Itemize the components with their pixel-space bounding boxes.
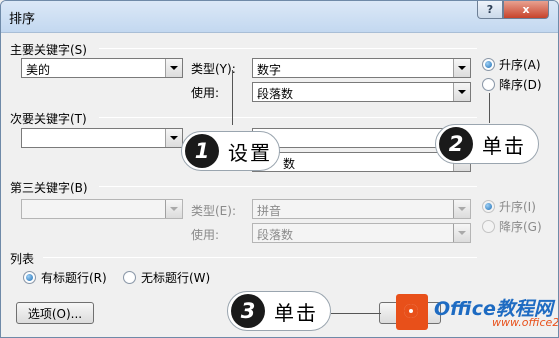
no-header-row-radio[interactable] — [123, 271, 136, 284]
tertiary-key-select[interactable] — [21, 199, 183, 219]
secondary-key-select[interactable] — [21, 128, 183, 148]
primary-use-value: 段落数 — [257, 87, 294, 101]
secondary-use-value: 数 — [283, 157, 296, 171]
tertiary-descending-radio[interactable] — [482, 220, 495, 233]
primary-use-label: 使用: — [191, 86, 220, 100]
list-heading: 列表 — [10, 252, 35, 266]
callout-2-number: 2 — [439, 127, 473, 161]
callout-3-leader-line — [331, 313, 381, 314]
primary-type-label: 类型(Y): — [191, 62, 236, 76]
chevron-down-icon[interactable] — [453, 59, 470, 77]
list-divider — [43, 257, 477, 258]
callout-2: 2 单击 — [435, 124, 539, 164]
tertiary-use-label: 使用: — [191, 228, 220, 242]
help-button[interactable]: ? — [477, 1, 503, 19]
tertiary-ascending-label[interactable]: 升序(I) — [499, 198, 536, 215]
callout-2-text: 单击 — [482, 133, 526, 158]
primary-descending-radio[interactable] — [482, 78, 495, 91]
primary-key-select[interactable]: 美的 — [21, 58, 183, 78]
chevron-down-icon[interactable] — [453, 200, 470, 218]
header-row-radio[interactable] — [23, 271, 36, 284]
close-button[interactable]: x — [503, 1, 549, 19]
primary-type-select[interactable]: 数字 — [252, 58, 471, 78]
secondary-key-heading: 次要关键字(T) — [10, 112, 87, 126]
primary-ascending-label[interactable]: 升序(A) — [499, 56, 541, 73]
primary-use-select[interactable]: 段落数 — [252, 82, 471, 102]
callout-3-text: 单击 — [274, 300, 318, 325]
tertiary-use-value: 段落数 — [257, 228, 294, 242]
primary-descending-label[interactable]: 降序(D) — [499, 76, 542, 93]
options-button[interactable]: 选项(O)... — [16, 302, 94, 324]
tertiary-ascending-radio[interactable] — [482, 200, 495, 213]
callout-3-number: 3 — [231, 294, 265, 328]
chevron-down-icon[interactable] — [165, 200, 182, 218]
chevron-down-icon[interactable] — [453, 83, 470, 101]
callout-1-text: 设置 — [228, 140, 272, 165]
chevron-down-icon[interactable] — [165, 129, 182, 147]
primary-key-heading: 主要关键字(S) — [10, 43, 87, 57]
tertiary-key-divider — [99, 186, 477, 187]
title-bar: 排序 ? x — [1, 1, 558, 33]
primary-type-value: 数字 — [257, 63, 282, 77]
callout-1-leader-line — [232, 70, 233, 125]
chevron-down-icon[interactable] — [165, 59, 182, 77]
tertiary-key-heading: 第三关键字(B) — [10, 181, 88, 195]
tertiary-type-select[interactable]: 拼音 — [252, 199, 471, 219]
callout-2-leader-line — [489, 93, 490, 123]
callout-3: 3 单击 — [227, 291, 331, 331]
header-row-label[interactable]: 有标题行(R) — [41, 269, 107, 286]
callout-1: 1 设置 — [181, 131, 280, 171]
primary-key-divider — [99, 48, 477, 49]
tertiary-use-select[interactable]: 段落数 — [252, 223, 471, 243]
no-header-row-label[interactable]: 无标题行(W) — [141, 269, 210, 286]
office-logo-icon — [396, 294, 428, 330]
tertiary-type-label: 类型(E): — [191, 204, 236, 218]
sort-dialog: 排序 ? x 主要关键字(S) 美的 类型(Y): 数字 使用: 段落数 升序(… — [0, 0, 559, 338]
secondary-key-divider — [99, 117, 477, 118]
primary-key-value: 美的 — [26, 63, 51, 77]
dialog-title: 排序 — [9, 12, 36, 27]
primary-ascending-radio[interactable] — [482, 58, 495, 71]
tertiary-descending-label[interactable]: 降序(G) — [499, 218, 542, 235]
tertiary-type-value: 拼音 — [257, 204, 282, 218]
watermark-sub-text: www.office26.com — [492, 316, 559, 329]
watermark-logo: Office教程网 www.office26.com — [394, 292, 559, 337]
callout-1-number: 1 — [185, 134, 219, 168]
chevron-down-icon[interactable] — [453, 224, 470, 242]
